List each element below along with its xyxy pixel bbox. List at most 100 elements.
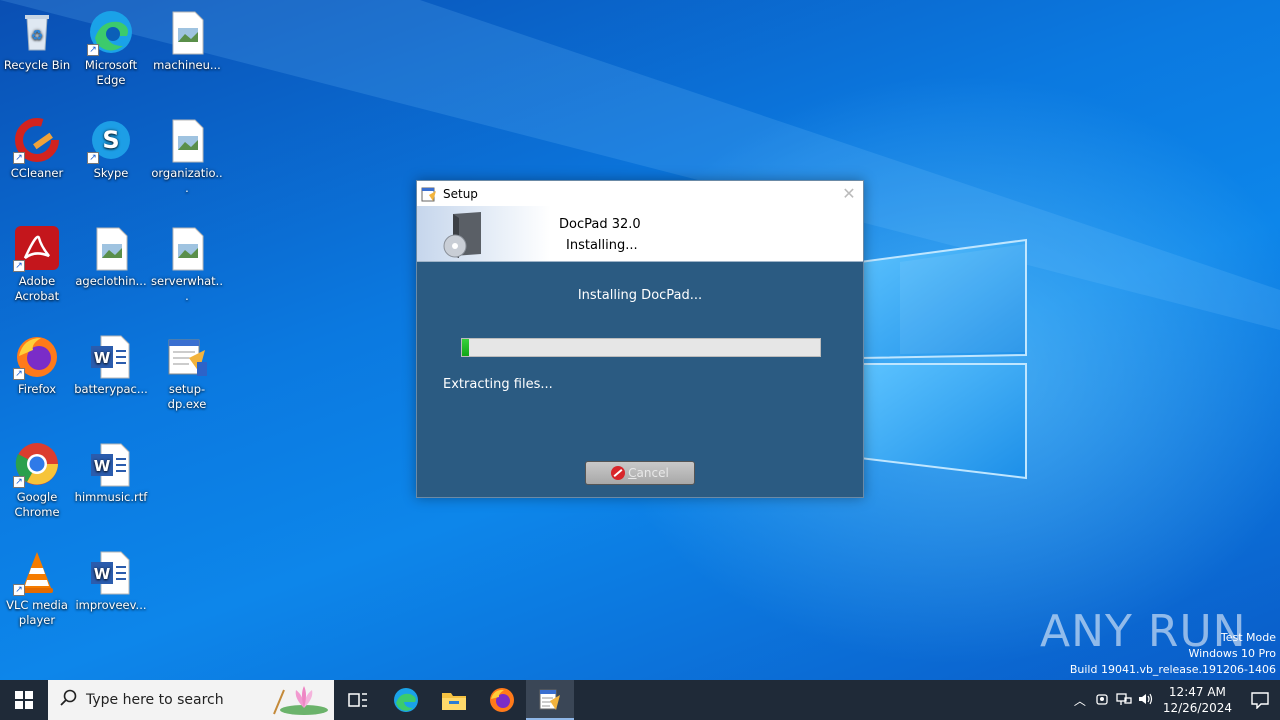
desktop-icon-adobe-acrobat[interactable]: ↗ Adobe Acrobat	[0, 224, 74, 304]
desktop-icon-recycle-bin[interactable]: ♻ Recycle Bin	[0, 8, 74, 73]
header-subtitle: Installing...	[566, 238, 638, 253]
lotus-search-highlight-icon	[266, 684, 330, 716]
setup-titlebar[interactable]: Setup ✕	[417, 181, 863, 206]
desktop-icon-label: Recycle Bin	[3, 58, 71, 72]
installer-icon	[163, 332, 211, 380]
search-icon	[60, 689, 78, 711]
taskbar: Type here to search ︿ 12:47 AM 12/26/202…	[0, 680, 1280, 720]
cancel-icon	[611, 466, 626, 480]
desktop-icon-label: machineu...	[153, 58, 221, 72]
desktop-icon-label: setup-dp.exe	[167, 382, 207, 411]
setup-title: Setup	[443, 186, 478, 201]
image-file-icon	[163, 224, 211, 272]
meet-now-icon[interactable]	[1091, 692, 1113, 709]
desktop-icon-label: Adobe Acrobat	[14, 274, 60, 303]
desktop-icon-organization[interactable]: organizatio...	[150, 116, 224, 196]
firefox-icon	[490, 688, 514, 712]
shortcut-arrow-icon: ↗	[87, 44, 99, 56]
desktop-icon-label: ageclothin...	[75, 274, 147, 288]
word-doc-icon: W	[87, 332, 135, 380]
desktop-icon-label: Google Chrome	[14, 490, 60, 519]
shortcut-arrow-icon: ↗	[13, 152, 25, 164]
image-file-icon	[87, 224, 135, 272]
notification-center-button[interactable]	[1240, 680, 1280, 720]
svg-text:W: W	[94, 349, 111, 367]
edge-icon: ↗	[87, 8, 135, 56]
svg-text:S: S	[102, 126, 119, 154]
cancel-button[interactable]: Cancel	[585, 461, 695, 485]
setup-app-icon	[421, 186, 437, 202]
taskbar-search-box[interactable]: Type here to search	[48, 680, 334, 720]
taskbar-setup[interactable]	[526, 680, 574, 720]
desktop-icon-microsoft-edge[interactable]: ↗ Microsoft Edge	[74, 8, 148, 88]
firefox-icon: ↗	[13, 332, 61, 380]
taskbar-file-explorer[interactable]	[430, 680, 478, 720]
notification-icon	[1251, 692, 1269, 709]
desktop-icon-improveev[interactable]: W improveev...	[74, 548, 148, 613]
desktop-icon-machineu[interactable]: machineu...	[150, 8, 224, 73]
word-doc-icon: W	[87, 440, 135, 488]
task-view-button[interactable]	[334, 680, 382, 720]
volume-icon[interactable]	[1135, 692, 1157, 709]
taskbar-firefox[interactable]	[478, 680, 526, 720]
desktop-icon-label: improveev...	[75, 598, 147, 612]
desktop-icon-serverwhat[interactable]: serverwhat...	[150, 224, 224, 304]
desktop-icon-label: serverwhat...	[151, 274, 223, 303]
close-icon[interactable]: ✕	[835, 183, 863, 205]
shortcut-arrow-icon: ↗	[13, 476, 25, 488]
acrobat-icon: ↗	[13, 224, 61, 272]
desktop-icon-firefox[interactable]: ↗ Firefox	[0, 332, 74, 397]
shortcut-arrow-icon: ↗	[13, 260, 25, 272]
desktop-icon-setup-dp[interactable]: setup-dp.exe	[150, 332, 224, 412]
word-doc-icon: W	[87, 548, 135, 596]
svg-text:♻: ♻	[31, 28, 44, 44]
watermark-line2: Windows 10 Pro	[1188, 647, 1276, 660]
search-placeholder: Type here to search	[86, 692, 224, 708]
install-progress-bar	[461, 338, 821, 357]
desktop-icon-label: VLC media player	[6, 598, 68, 627]
recycle-bin-icon: ♻	[13, 8, 61, 56]
taskbar-edge[interactable]	[382, 680, 430, 720]
image-file-icon	[163, 8, 211, 56]
ccleaner-icon: ↗	[13, 116, 61, 164]
desktop-icon-skype[interactable]: S ↗ Skype	[74, 116, 148, 181]
desktop-icon-batterypac[interactable]: W batterypac...	[74, 332, 148, 397]
skype-icon: S ↗	[87, 116, 135, 164]
setup-dialog: Setup ✕ DocPad 32.0 Installing... Instal…	[416, 180, 864, 498]
chrome-icon: ↗	[13, 440, 61, 488]
desktop-icon-ccleaner[interactable]: ↗ CCleaner	[0, 116, 74, 181]
desktop-icon-label: Skype	[93, 166, 129, 180]
progress-fill	[462, 339, 470, 356]
setup-header: DocPad 32.0 Installing...	[417, 206, 863, 262]
watermark-line3: Build 19041.vb_release.191206-1406	[1069, 663, 1276, 676]
desktop-icon-google-chrome[interactable]: ↗ Google Chrome	[0, 440, 74, 520]
desktop-icon-label: CCleaner	[10, 166, 64, 180]
desktop-icon-label: organizatio...	[151, 166, 223, 195]
header-title: DocPad 32.0	[559, 217, 641, 232]
desktop-icon-vlc[interactable]: ↗ VLC media player	[0, 548, 74, 628]
edge-icon	[394, 688, 418, 712]
install-message: Installing DocPad...	[577, 288, 703, 303]
shortcut-arrow-icon: ↗	[87, 152, 99, 164]
network-icon[interactable]	[1113, 692, 1135, 709]
watermark-line1: Test Mode	[1220, 631, 1276, 644]
windows-watermark: Test Mode Windows 10 Pro Build 19041.vb_…	[1070, 630, 1276, 678]
cancel-label: ancel	[636, 466, 669, 480]
image-file-icon	[163, 116, 211, 164]
desktop-icon-himmusic[interactable]: W himmusic.rtf	[74, 440, 148, 505]
file-explorer-icon	[442, 693, 466, 710]
task-view-icon	[348, 693, 367, 707]
chevron-up-icon[interactable]: ︿	[1069, 692, 1091, 709]
system-tray: ︿ 12:47 AM 12/26/2024	[1069, 680, 1280, 720]
clock-date: 12/26/2024	[1162, 701, 1232, 715]
cd-box-icon	[437, 210, 487, 258]
svg-text:W: W	[94, 565, 111, 583]
install-status: Extracting files...	[443, 377, 553, 392]
desktop-icon-ageclothin[interactable]: ageclothin...	[74, 224, 148, 289]
cancel-accesskey: C	[628, 466, 637, 480]
desktop-icon-label: Microsoft Edge	[84, 58, 138, 87]
desktop-icon-label: himmusic.rtf	[74, 490, 148, 504]
setup-app-icon	[539, 689, 560, 710]
start-button[interactable]	[0, 680, 48, 720]
taskbar-clock[interactable]: 12:47 AM 12/26/2024	[1163, 684, 1232, 716]
